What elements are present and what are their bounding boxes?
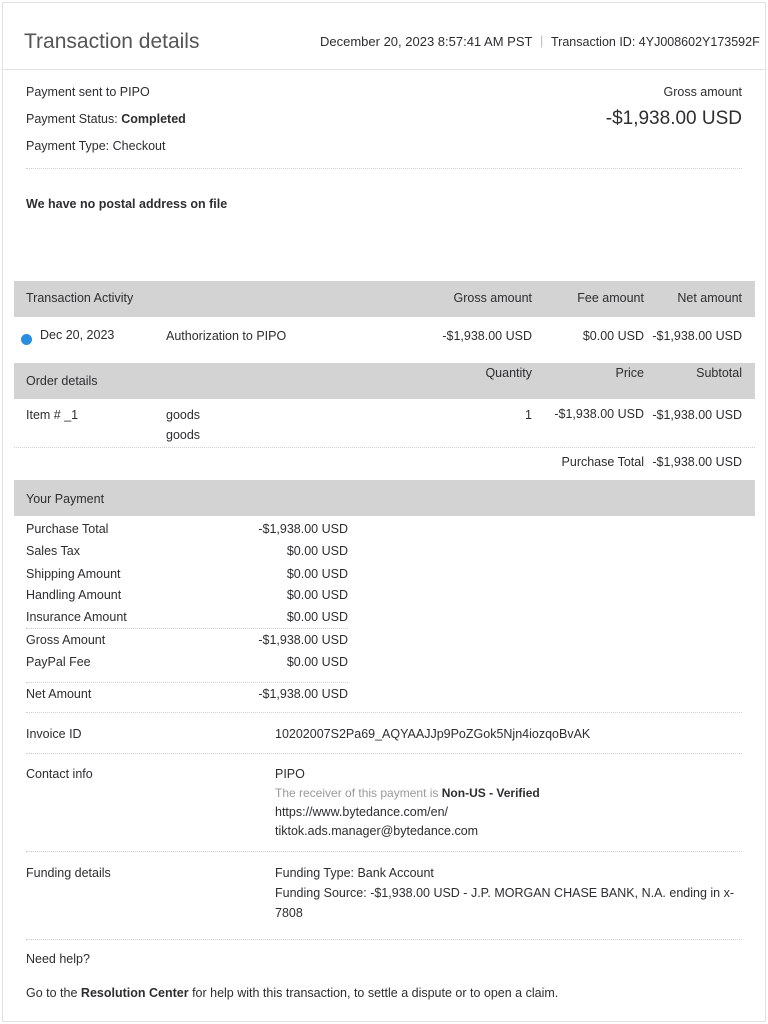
status-dot-icon: [21, 334, 32, 345]
funding-source: Funding Source: -$1,938.00 USD - J.P. MO…: [275, 886, 734, 900]
purchase-total-label: Purchase Total: [561, 455, 644, 469]
divider: [26, 712, 742, 713]
divider: [26, 168, 742, 169]
item-quantity: 1: [525, 408, 532, 422]
funding-source-cont: 7808: [275, 906, 303, 920]
status-value: Completed: [121, 112, 186, 126]
contact-email[interactable]: tiktok.ads.manager@bytedance.com: [275, 824, 478, 838]
transaction-id-value: 4YJ008602Y173592F: [638, 35, 760, 49]
receiver-status: The receiver of this payment is Non-US -…: [275, 786, 540, 800]
transaction-id: Transaction ID: 4YJ008602Y173592F: [551, 35, 760, 49]
funding-label: Funding details: [26, 866, 111, 880]
payment-status: Payment Status: Completed: [26, 112, 186, 126]
payment-row-label: Shipping Amount: [26, 567, 121, 581]
item-name: Item # _1: [26, 408, 79, 422]
divider: [26, 939, 742, 940]
payment-row-label: Gross Amount: [26, 633, 106, 647]
postal-address-note: We have no postal address on file: [26, 197, 228, 211]
contact-label: Contact info: [26, 767, 93, 781]
invoice-id: 10202007S2Pa69_AQYAAJJp9PoZGok5Njn4iozqo…: [275, 727, 591, 741]
help-title: Need help?: [26, 952, 90, 966]
payment-row-value: -$1,938.00 USD: [258, 633, 348, 647]
page-title: Transaction details: [24, 30, 200, 53]
payment-row-value: $0.00 USD: [286, 588, 348, 602]
item-price: -$1,938.00 USD: [554, 407, 644, 421]
activity-gross: -$1,938.00 USD: [442, 329, 532, 343]
type-label: Payment Type:: [26, 139, 110, 153]
receiver-status-value: Non-US - Verified: [441, 786, 540, 800]
activity-col-net: Net amount: [677, 291, 742, 305]
type-value: Checkout: [112, 139, 166, 153]
activity-description-link[interactable]: Authorization to PIPO: [166, 329, 286, 343]
activity-col-title: Transaction Activity: [26, 291, 134, 305]
item-subtotal: -$1,938.00 USD: [652, 408, 742, 422]
gross-amount-value: -$1,938.00 USD: [605, 108, 742, 129]
purchase-total-value: -$1,938.00 USD: [652, 455, 742, 469]
transaction-id-label: Transaction ID:: [551, 35, 636, 49]
activity-date: Dec 20, 2023: [40, 328, 115, 342]
funding-type: Funding Type: Bank Account: [275, 866, 434, 880]
payment-row-label: Purchase Total: [26, 522, 109, 536]
order-col-title: Order details: [26, 374, 98, 388]
receiver-prefix: The receiver of this payment is: [275, 786, 439, 800]
activity-col-gross: Gross amount: [453, 291, 532, 305]
header-divider-line: [3, 69, 765, 70]
payment-row-label: Insurance Amount: [26, 610, 127, 624]
payment-row-value: $0.00 USD: [286, 655, 348, 669]
resolution-center-link[interactable]: Resolution Center: [81, 986, 189, 1000]
gross-amount-label: Gross amount: [663, 85, 742, 99]
payment-row-value: $0.00 USD: [286, 544, 348, 558]
divider: [14, 447, 755, 448]
payment-title: Your Payment: [26, 492, 105, 506]
payment-row-value: $0.00 USD: [286, 610, 348, 624]
payment-row-label: PayPal Fee: [26, 655, 91, 669]
activity-fee: $0.00 USD: [582, 329, 644, 343]
divider: [26, 628, 348, 629]
payment-row-value: -$1,938.00 USD: [258, 522, 348, 536]
activity-col-fee: Fee amount: [577, 291, 644, 305]
payment-row-value: -$1,938.00 USD: [258, 687, 348, 701]
item-desc-2: goods: [166, 428, 201, 442]
payment-recipient: Payment sent to PIPO: [26, 85, 150, 99]
invoice-label: Invoice ID: [26, 727, 82, 741]
payment-row-label: Sales Tax: [26, 544, 80, 558]
order-col-subtotal: Subtotal: [696, 366, 742, 380]
payment-row-value: $0.00 USD: [286, 567, 348, 581]
help-text: Go to the Resolution Center for help wit…: [26, 986, 558, 1000]
divider: [26, 753, 742, 754]
payment-type: Payment Type: Checkout: [26, 139, 165, 153]
transaction-datetime: December 20, 2023 8:57:41 AM PST: [320, 34, 533, 49]
order-col-quantity: Quantity: [485, 366, 532, 380]
activity-net: -$1,938.00 USD: [652, 329, 742, 343]
help-prefix: Go to the: [26, 986, 78, 1000]
help-suffix: for help with this transaction, to settl…: [192, 986, 559, 1000]
payment-row-label: Handling Amount: [26, 588, 122, 602]
status-label: Payment Status:: [26, 112, 118, 126]
payment-row-label: Net Amount: [26, 687, 92, 701]
contact-name: PIPO: [275, 767, 305, 781]
payment-header: [14, 480, 755, 516]
header-divider: |: [540, 34, 544, 48]
contact-website[interactable]: https://www.bytedance.com/en/: [275, 805, 448, 819]
divider: [26, 682, 348, 683]
order-col-price: Price: [615, 366, 644, 380]
divider: [26, 851, 742, 852]
item-desc: goods: [166, 408, 201, 422]
